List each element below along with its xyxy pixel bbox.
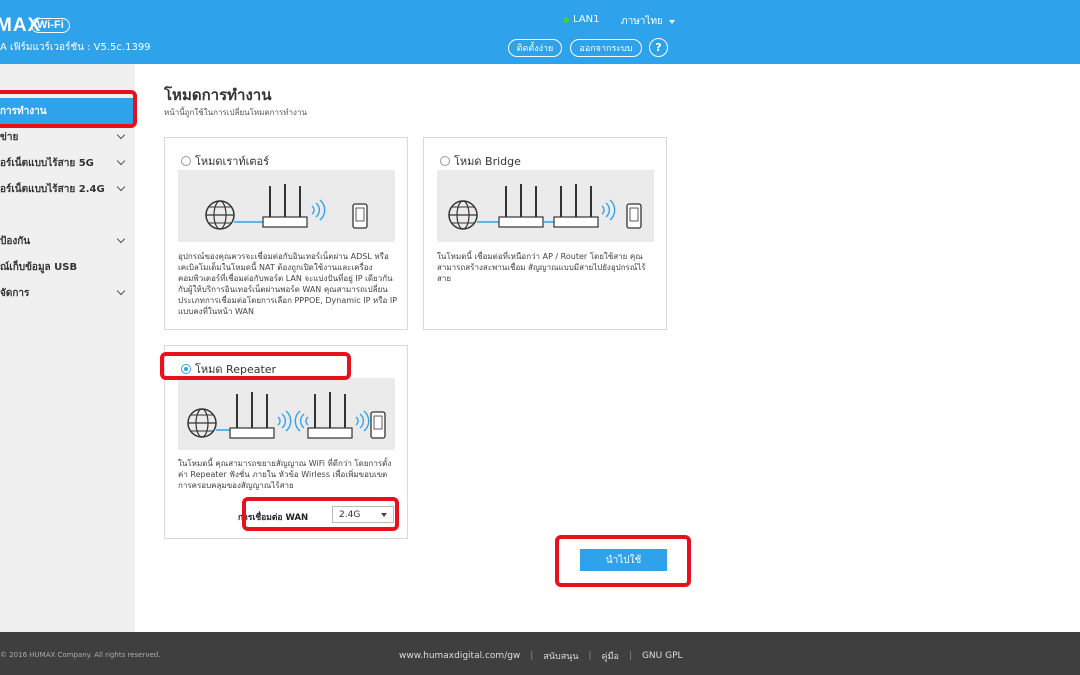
chevron-down-icon <box>116 130 126 140</box>
router-icon <box>229 392 275 439</box>
sidebar-item-label: อร์เน็ตแบบไร้สาย 5G <box>0 157 94 169</box>
sidebar-item-usb-storage[interactable]: ณ์เก็บข้อมูล USB <box>0 254 133 280</box>
wifi-waves-icon <box>355 410 370 432</box>
chevron-down-icon <box>116 182 126 192</box>
globe-icon <box>205 200 235 230</box>
wifi-waves-icon <box>311 199 326 221</box>
help-icon[interactable]: ? <box>649 38 668 57</box>
footer-link-manual[interactable]: คู่มือ <box>602 649 619 663</box>
chevron-down-icon <box>116 156 126 166</box>
router-icon <box>307 392 353 439</box>
footer-separator: | <box>628 651 632 661</box>
lan-status: LAN1 <box>563 14 599 25</box>
footer-link-website[interactable]: www.humaxdigital.com/gw <box>399 651 520 661</box>
highlight-box-repeater-mode <box>160 352 351 380</box>
language-selector[interactable]: ภาษาไทย <box>621 14 675 29</box>
sidebar-item-label: จัดการ <box>0 287 30 299</box>
globe-icon <box>448 200 478 230</box>
bridge-mode-radio-option[interactable]: โหมด Bridge <box>440 152 521 170</box>
wifi-waves-icon <box>294 410 309 432</box>
bridge-mode-label: โหมด Bridge <box>454 155 521 168</box>
page-title: โหมดการทำงาน <box>164 86 272 104</box>
smartphone-icon <box>626 203 642 229</box>
sidebar-item-wireless-2g[interactable]: อร์เน็ตแบบไร้สาย 2.4G <box>0 176 133 202</box>
highlight-box-apply <box>555 535 691 587</box>
router-icon <box>498 184 544 228</box>
sidebar: การทำงาน ข่าย อร์เน็ตแบบไร้สาย 5G อร์เน็… <box>0 64 135 632</box>
sidebar-item-label: ข่าย <box>0 131 19 143</box>
smartphone-icon <box>370 411 386 439</box>
easy-setup-button[interactable]: ติดตั้งง่าย <box>508 39 562 57</box>
sidebar-item-wireless-5g[interactable]: อร์เน็ตแบบไร้สาย 5G <box>0 150 133 176</box>
footer-link-support[interactable]: สนับสนุน <box>543 649 578 663</box>
sidebar-item-label: ป้องกัน <box>0 235 31 247</box>
highlight-box-wan-connection <box>242 497 399 531</box>
chevron-down-icon <box>116 234 126 244</box>
footer-link-gnu-gpl[interactable]: GNU GPL <box>642 651 683 661</box>
globe-icon <box>187 408 217 438</box>
bridge-mode-illustration <box>437 170 654 242</box>
router-mode-illustration <box>178 170 395 242</box>
router-mode-radio-option[interactable]: โหมดเราท์เตอร์ <box>181 152 269 170</box>
highlight-box-sidebar-active <box>0 90 137 128</box>
footer-separator: | <box>588 651 592 661</box>
wifi-logo-badge: Wi-Fi <box>31 18 70 33</box>
bridge-mode-radio[interactable] <box>440 156 450 166</box>
sidebar-item-management[interactable]: จัดการ <box>0 280 133 306</box>
router-mode-radio[interactable] <box>181 156 191 166</box>
firmware-version: A เฟิร์มแวร์เวอร์ชัน : V5.5c.1399 <box>0 42 151 53</box>
language-label: ภาษาไทย <box>621 16 663 27</box>
wifi-waves-icon <box>601 199 616 221</box>
router-mode-description: อุปกรณ์ของคุณควรจะเชื่อมต่อกับอินเทอร์เน… <box>178 252 398 316</box>
router-mode-label: โหมดเราท์เตอร์ <box>195 155 270 168</box>
repeater-mode-description: ในโหมดนี้ คุณสามารถขยายสัญญาณ WiFi ที่ดี… <box>178 459 392 490</box>
logout-button[interactable]: ออกจากระบบ <box>570 39 642 57</box>
footer: © 2016 HUMAX Company. All rights reserve… <box>0 632 1080 675</box>
caret-down-icon <box>668 19 675 24</box>
lan-status-label: LAN1 <box>573 14 600 25</box>
sidebar-item-label: อร์เน็ตแบบไร้สาย 2.4G <box>0 183 105 195</box>
bridge-mode-description: ในโหมดนี้ เชื่อมต่อที่เหนือกว่า AP / Rou… <box>437 252 646 283</box>
bridge-mode-card: โหมด Bridge ในโหมดนี้ เชื่อมต่อที่เหนือก… <box>423 137 667 330</box>
wifi-waves-icon <box>277 410 292 432</box>
repeater-mode-illustration <box>178 378 395 450</box>
footer-separator: | <box>530 651 534 661</box>
sidebar-item-label: ณ์เก็บข้อมูล USB <box>0 261 78 273</box>
lan-status-dot-icon <box>563 16 569 23</box>
top-header: MAX Wi-Fi A เฟิร์มแวร์เวอร์ชัน : V5.5c.1… <box>0 0 1080 64</box>
sidebar-item-security[interactable]: ป้องกัน <box>0 228 133 254</box>
router-icon <box>262 184 308 228</box>
smartphone-icon <box>352 203 368 229</box>
router-mode-card: โหมดเราท์เตอร์ อุปกรณ์ของคุณควรจะเชื่อมต… <box>164 137 408 330</box>
footer-links: www.humaxdigital.com/gw | สนับสนุน | คู่… <box>399 649 683 663</box>
page-subtitle: หน้านี้ถูกใช้ในการเปลี่ยนโหมดการทำงาน <box>164 108 307 117</box>
router-icon <box>553 184 599 228</box>
copyright-text: © 2016 HUMAX Company. All rights reserve… <box>0 651 161 659</box>
chevron-down-icon <box>116 286 126 296</box>
